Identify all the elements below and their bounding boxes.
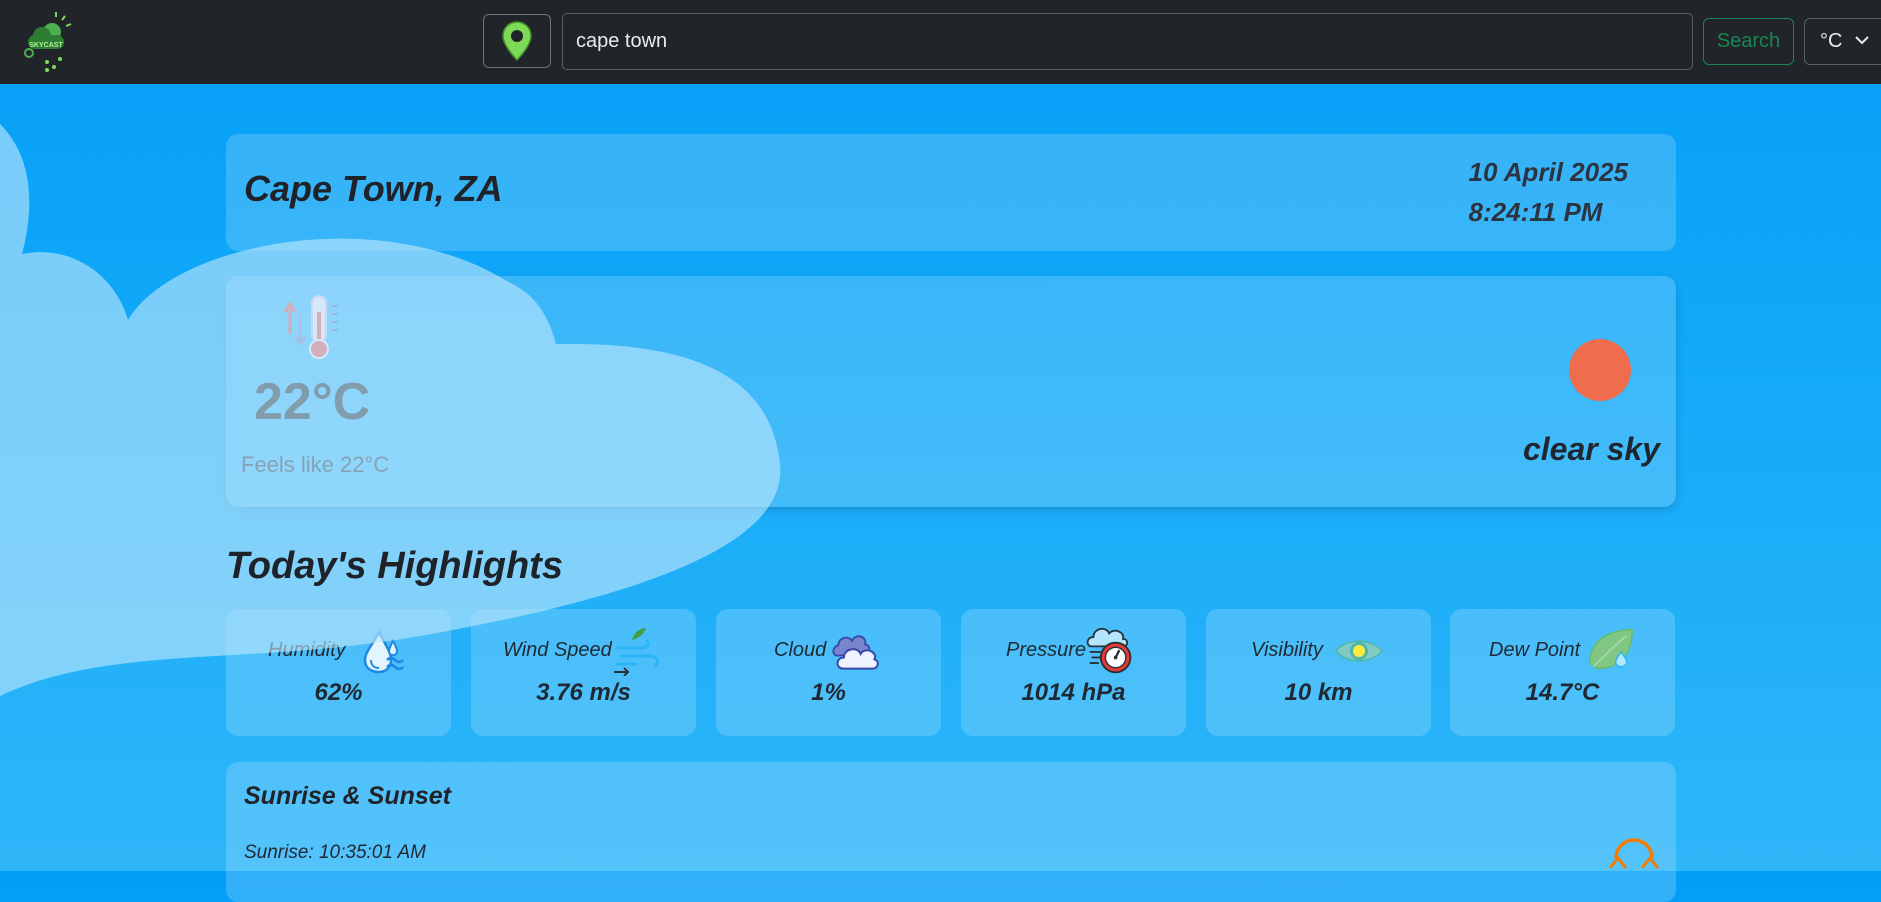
sunrise-time: Sunrise: 10:35:01 AM [244,842,427,863]
map-pin-icon [502,21,532,61]
sunrise-icon [1608,838,1660,869]
highlight-card-pressure: Pressure 1014 hPa [961,609,1186,736]
unit-selected-value: °C [1820,30,1843,52]
search-button[interactable]: Search [1703,18,1794,65]
unit-select[interactable]: °C [1804,18,1881,65]
skycast-logo[interactable]: SKYCAST [18,12,78,74]
thermometer-icon [283,295,338,359]
highlight-label: Visibility [1251,639,1323,661]
sun-card-title: Sunrise & Sunset [244,782,451,810]
highlight-label: Wind Speed [503,639,612,661]
pressure-gauge-icon [1086,627,1132,674]
cloud-icon [832,635,879,670]
highlight-label: Cloud [774,639,827,661]
feels-like-text: Feels like 22°C [241,452,390,477]
highlight-value: 3.76 m/s [536,679,631,706]
temperature-value: 22°C [254,373,371,431]
location-card: Cape Town, ZA 10 April 2025 8:24:11 PM [226,134,1676,251]
highlight-value: 1% [811,679,846,706]
logo-text: SKYCAST [29,42,63,49]
current-time: 8:24:11 PM [1468,197,1603,227]
wind-icon [614,628,659,676]
highlight-card-cloud: Cloud 1% [716,609,941,736]
highlight-value: 62% [314,679,363,706]
highlight-card-wind-speed: Wind Speed 3.76 m/s [471,609,696,736]
highlight-value: 14.7°C [1525,679,1600,706]
humidity-icon [363,629,404,674]
city-search-input[interactable] [562,13,1693,70]
city-name: Cape Town, ZA [244,168,503,209]
highlight-label: Dew Point [1489,639,1581,661]
highlights-title: Today's Highlights [226,545,563,587]
weather-description: clear sky [1522,431,1660,467]
top-navbar: SKYCAST Search °C [0,0,1881,84]
current-weather-card: 22°C Feels like 22°C clear sky [226,276,1676,507]
highlight-card-dew-point: Dew Point 14.7°C [1450,609,1675,736]
highlight-value: 10 km [1284,679,1353,706]
date-time: 10 April 2025 8:24:11 PM [1469,152,1628,232]
sunrise-sunset-card: Sunrise & Sunset Sunrise: 10:35:01 AM [226,762,1676,902]
chevron-down-icon [1855,36,1869,45]
eye-icon [1335,640,1383,662]
highlight-label: Humidity [268,639,346,661]
highlight-label: Pressure [1006,639,1087,661]
search-button-label: Search [1716,30,1781,52]
highlight-card-humidity: Humidity 62% [226,609,451,736]
current-location-button[interactable] [483,14,551,68]
current-date: 10 April 2025 [1468,157,1628,187]
highlight-value: 1014 hPa [1021,679,1126,706]
highlight-card-visibility: Visibility 10 km [1206,609,1431,736]
dew-leaf-icon [1589,629,1633,676]
sun-icon [1569,339,1631,401]
